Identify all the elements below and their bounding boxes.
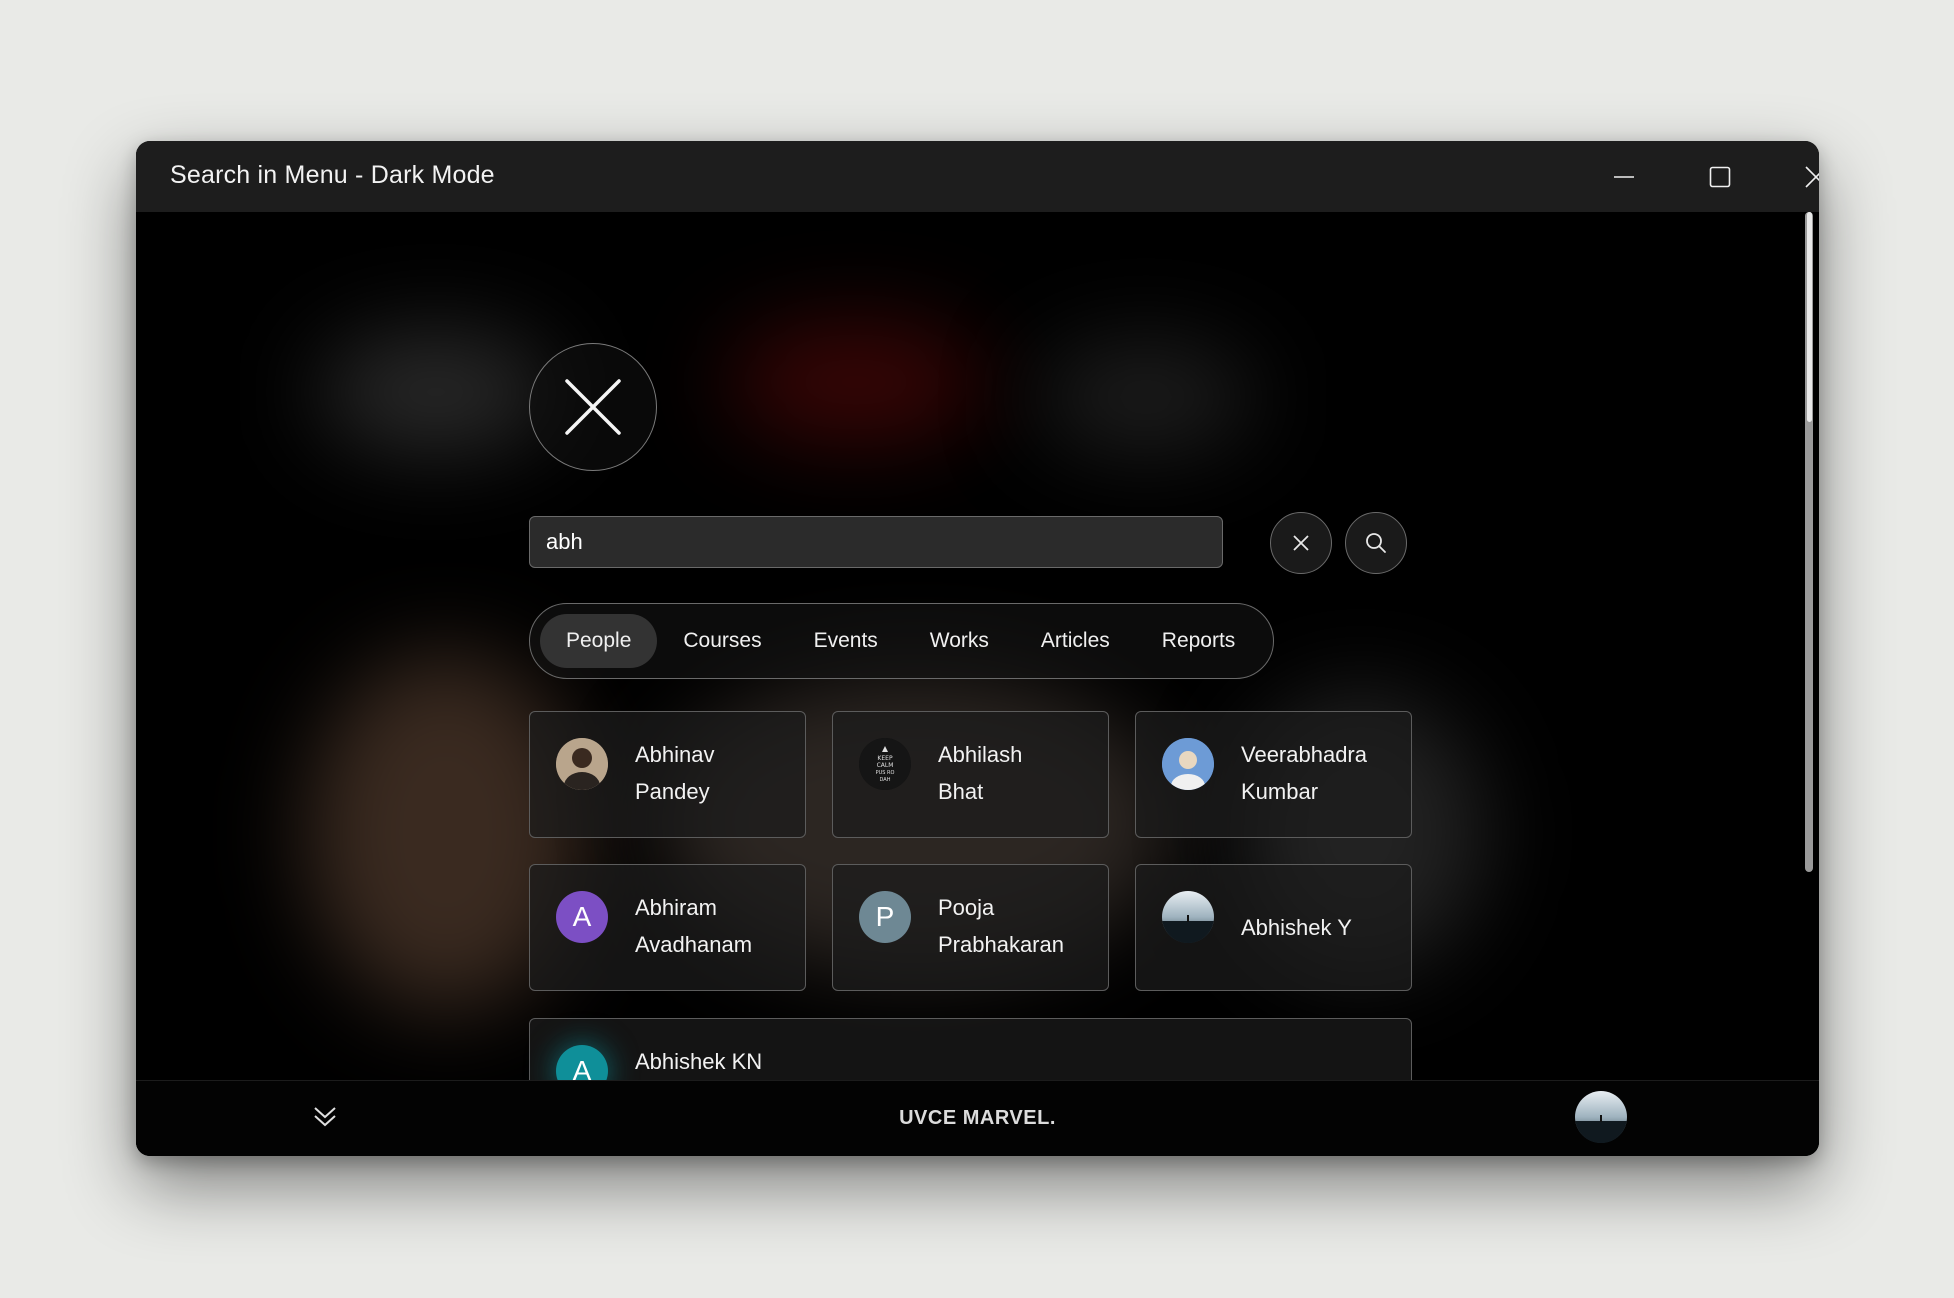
- tab-articles[interactable]: Articles: [1015, 614, 1136, 668]
- close-icon: [565, 379, 621, 435]
- person-photo-icon: [1162, 738, 1214, 790]
- window-title: Search in Menu - Dark Mode: [170, 161, 495, 189]
- close-icon: [1293, 535, 1309, 551]
- bottom-bar: UVCE MARVEL.: [136, 1080, 1819, 1156]
- person-card[interactable]: Veerabhadra Kumbar: [1135, 711, 1412, 838]
- person-card[interactable]: A Abhiram Avadhanam: [529, 864, 806, 991]
- clear-search-button[interactable]: [1270, 512, 1332, 574]
- search-icon: [1366, 533, 1386, 553]
- person-name: Abhilash Bhat: [938, 742, 1023, 804]
- background-blur: [1036, 342, 1256, 452]
- svg-text:CALM: CALM: [877, 762, 894, 769]
- close-search-button[interactable]: [529, 343, 657, 471]
- scrollbar-thumb-highlight: [1807, 212, 1812, 422]
- maximize-button[interactable]: [1672, 141, 1768, 212]
- person-name: Abhishek Y: [1241, 915, 1352, 940]
- person-card[interactable]: P Pooja Prabhakaran: [832, 864, 1109, 991]
- avatar-initial: P: [859, 891, 911, 943]
- tab-reports[interactable]: Reports: [1136, 614, 1262, 668]
- person-name: Abhiram Avadhanam: [635, 895, 753, 957]
- person-card[interactable]: Abhinav Pandey: [529, 711, 806, 838]
- svg-text:PUS RO: PUS RO: [876, 770, 895, 776]
- scrollbar[interactable]: [1803, 212, 1813, 952]
- tab-people[interactable]: People: [540, 614, 658, 668]
- svg-text:DAH: DAH: [880, 777, 891, 783]
- person-name: Abhinav Pandey: [635, 742, 715, 804]
- app-window: Search in Menu - Dark Mode abh People Co…: [136, 141, 1819, 1156]
- window-close-button[interactable]: [1768, 141, 1819, 212]
- search-input[interactable]: [529, 516, 1223, 568]
- landscape-photo-icon: [1575, 1091, 1627, 1143]
- search-overlay: People Courses Events Works Articles Rep…: [136, 212, 1819, 1156]
- maximize-icon: [1709, 166, 1731, 187]
- brand-logo: UVCE MARVEL.: [899, 1107, 1056, 1129]
- user-avatar[interactable]: [1575, 1091, 1627, 1143]
- avatar: [556, 738, 608, 790]
- minimize-button[interactable]: [1576, 141, 1672, 212]
- avatar: KEEP CALM PUS RO DAH: [859, 738, 911, 790]
- avatar: [1162, 738, 1214, 790]
- minimize-icon: [1614, 175, 1634, 178]
- background-blur: [316, 332, 556, 452]
- tab-events[interactable]: Events: [788, 614, 904, 668]
- title-bar: Search in Menu - Dark Mode: [136, 141, 1819, 212]
- svg-text:KEEP: KEEP: [877, 755, 893, 762]
- category-tabs: People Courses Events Works Articles Rep…: [529, 603, 1274, 679]
- tab-courses[interactable]: Courses: [657, 614, 787, 668]
- background-blur: [726, 322, 986, 442]
- avatar: [1162, 891, 1214, 943]
- tab-works[interactable]: Works: [904, 614, 1015, 668]
- close-icon: [1805, 165, 1819, 188]
- person-name: Abhishek KN: [635, 1049, 763, 1074]
- keep-calm-badge-icon: KEEP CALM PUS RO DAH: [859, 738, 911, 790]
- person-name: Veerabhadra Kumbar: [1241, 742, 1367, 804]
- search-button[interactable]: [1345, 512, 1407, 574]
- avatar-initial: A: [556, 891, 608, 943]
- person-card[interactable]: KEEP CALM PUS RO DAH Abhilash Bhat: [832, 711, 1109, 838]
- person-name: Pooja Prabhakaran: [938, 895, 1064, 957]
- person-card[interactable]: Abhishek Y: [1135, 864, 1412, 991]
- landscape-photo-icon: [1162, 891, 1214, 943]
- person-photo-icon: [556, 738, 608, 790]
